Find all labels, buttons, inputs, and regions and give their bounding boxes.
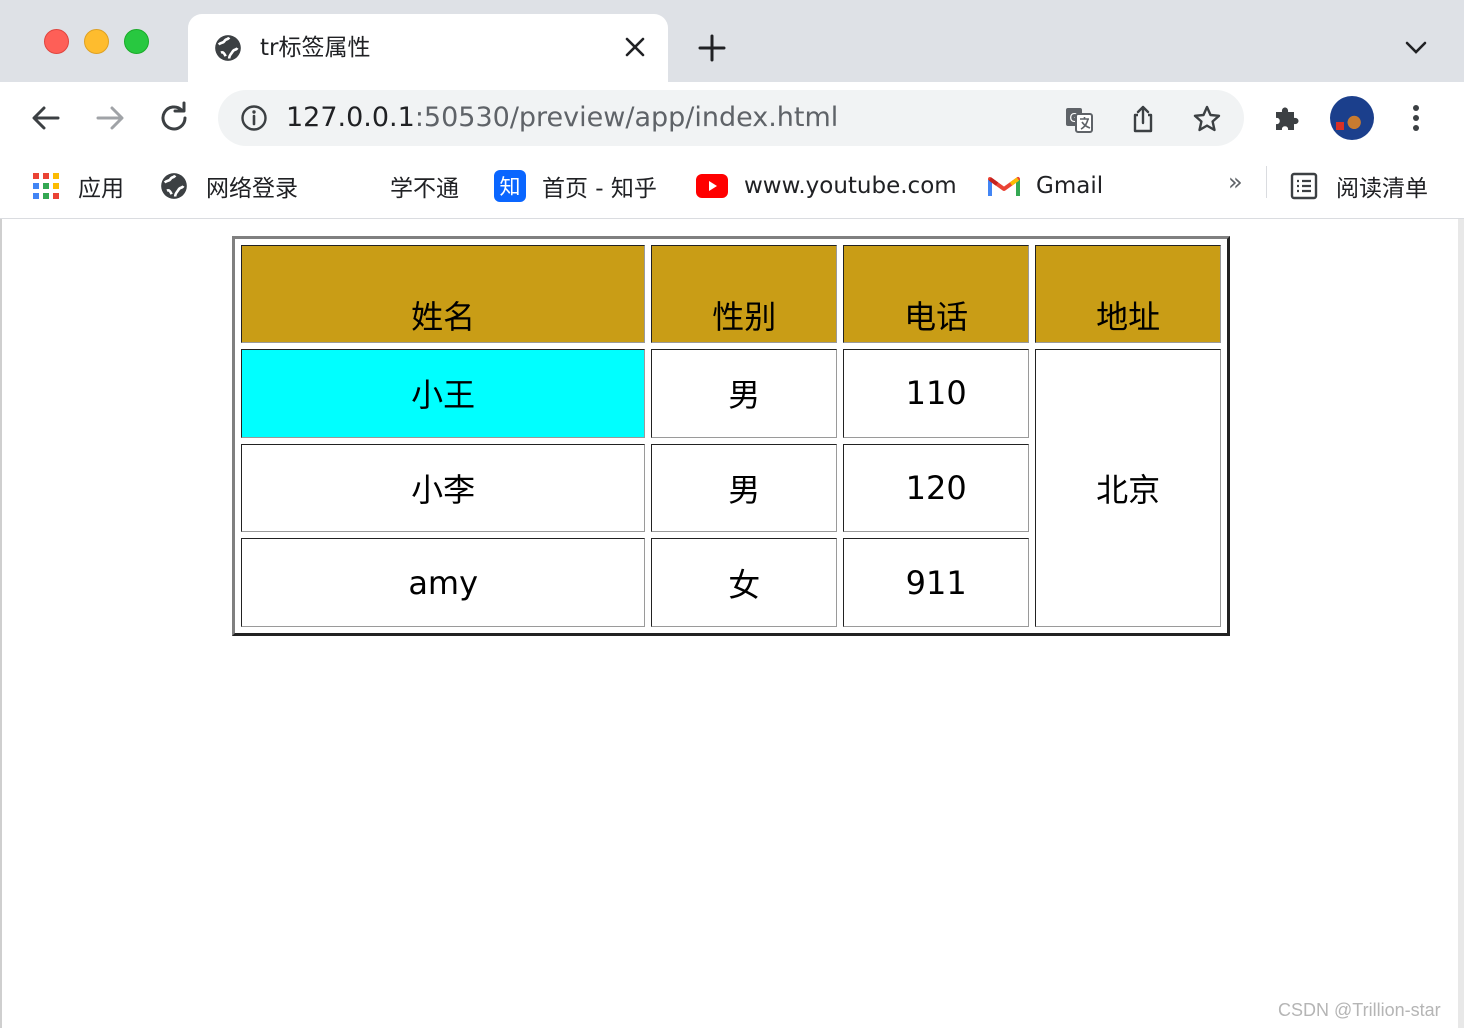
- header-address: 地址: [1035, 245, 1221, 343]
- apps-grid-icon: [33, 173, 59, 199]
- profile-avatar[interactable]: [1330, 96, 1374, 140]
- bookmark-xuebutong[interactable]: 学不通: [390, 166, 459, 206]
- header-gender: 性别: [651, 245, 838, 343]
- reading-list-button[interactable]: 阅读清单: [1290, 166, 1428, 206]
- bookmark-label: Gmail: [1036, 173, 1104, 199]
- bookmark-apps[interactable]: 应用: [32, 166, 124, 206]
- active-tab[interactable]: tr标签属性: [188, 14, 668, 82]
- data-table: 姓名 性别 电话 地址 小王 男 110 北京 小李 男 120 amy 女 9…: [232, 236, 1230, 636]
- bookmark-label: 网络登录: [206, 176, 298, 202]
- bookmark-label: 首页 - 知乎: [542, 176, 657, 202]
- url-host: 127.0.0.1: [286, 102, 415, 133]
- window-zoom-button[interactable]: [124, 29, 149, 54]
- new-tab-plus-icon[interactable]: [698, 34, 726, 62]
- cell-gender: 男: [651, 349, 838, 438]
- cell-gender: 女: [651, 538, 838, 627]
- toolbar: 127.0.0.1:50530/preview/app/index.html G: [0, 82, 1464, 154]
- bookmark-gmail[interactable]: Gmail: [988, 166, 1103, 206]
- tab-title: tr标签属性: [260, 35, 371, 61]
- svg-text:知: 知: [500, 175, 521, 199]
- cell-phone: 110: [843, 349, 1030, 438]
- back-arrow-icon[interactable]: [28, 100, 64, 136]
- bookmark-label: 应用: [78, 176, 124, 202]
- table-row: 小王 男 110 北京: [241, 349, 1221, 627]
- window-left-edge: [0, 219, 2, 1028]
- bookmark-youtube[interactable]: www.youtube.com: [696, 166, 957, 206]
- reload-icon[interactable]: [156, 100, 192, 136]
- bookmarks-overflow-button[interactable]: »: [1228, 168, 1243, 196]
- watermark: CSDN @Trillion-star: [1278, 1000, 1441, 1020]
- bookmark-network-login[interactable]: 网络登录: [160, 166, 298, 206]
- more-menu-icon[interactable]: [1398, 100, 1434, 136]
- tab-strip: tr标签属性: [0, 0, 1464, 82]
- cell-name: amy: [241, 538, 646, 627]
- gmail-icon: [988, 177, 1020, 196]
- close-icon[interactable]: [624, 36, 646, 58]
- youtube-icon: [696, 174, 728, 198]
- reading-list-icon: [1290, 172, 1318, 200]
- window-close-button[interactable]: [44, 29, 69, 54]
- url-text[interactable]: 127.0.0.1:50530/preview/app/index.html: [286, 100, 838, 136]
- bookmark-zhihu[interactable]: 知 首页 - 知乎: [494, 166, 657, 206]
- cell-gender: 男: [651, 443, 838, 533]
- bookmarks-divider: [1266, 166, 1267, 198]
- info-icon[interactable]: [240, 104, 268, 132]
- zhihu-icon: 知: [494, 170, 526, 202]
- globe-icon: [161, 173, 187, 199]
- translate-icon[interactable]: G: [1064, 104, 1094, 134]
- cell-phone: 911: [843, 538, 1030, 627]
- cell-address-merged: 北京: [1035, 349, 1221, 627]
- bookmark-star-icon[interactable]: [1192, 104, 1222, 134]
- header-name: 姓名: [241, 245, 646, 343]
- window-minimize-button[interactable]: [84, 29, 109, 54]
- reading-list-label: 阅读清单: [1336, 176, 1428, 202]
- globe-icon: [215, 35, 241, 61]
- url-path: :50530/preview/app/index.html: [414, 102, 839, 133]
- scrollbar-track[interactable]: [1458, 219, 1464, 1028]
- extensions-puzzle-icon[interactable]: [1270, 100, 1306, 136]
- table-body: 小王 男 110 北京 小李 男 120 amy 女 911: [241, 349, 1221, 627]
- address-bar[interactable]: 127.0.0.1:50530/preview/app/index.html G: [218, 90, 1244, 146]
- bookmarks-bar: 应用 网络登录 学不通 知 首页 - 知乎 www.youtube.com Gm…: [0, 154, 1464, 219]
- header-phone: 电话: [843, 245, 1030, 343]
- share-icon[interactable]: [1128, 104, 1158, 134]
- cell-name: 小王: [241, 349, 646, 438]
- table-header: 姓名 性别 电话 地址: [241, 245, 1221, 343]
- chevron-down-icon[interactable]: [1404, 38, 1428, 58]
- bookmark-label: www.youtube.com: [744, 173, 957, 199]
- forward-arrow-icon[interactable]: [92, 100, 128, 136]
- cell-name: 小李: [241, 443, 646, 533]
- bookmark-label: 学不通: [390, 176, 459, 202]
- header-row: 姓名 性别 电话 地址: [241, 245, 1221, 343]
- cell-phone: 120: [843, 443, 1030, 533]
